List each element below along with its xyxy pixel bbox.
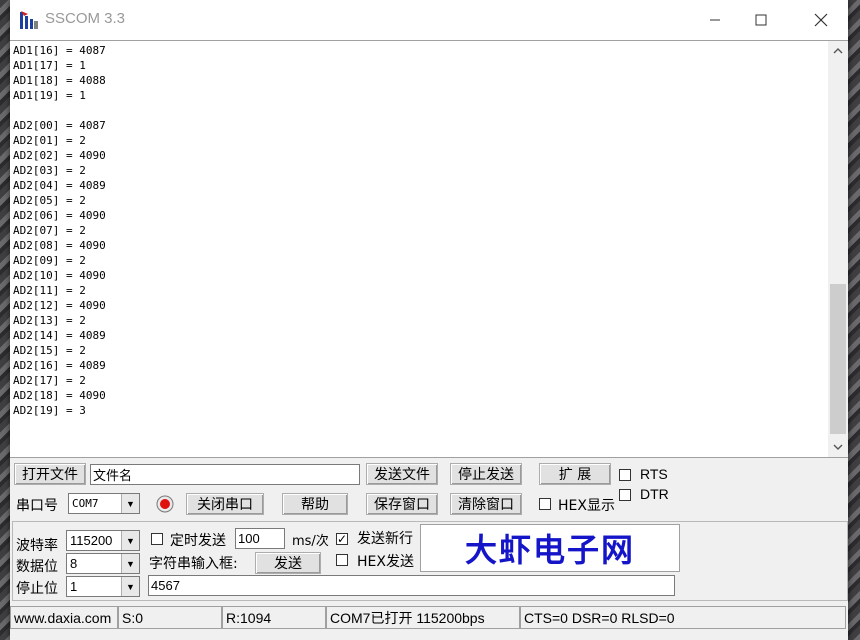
receive-line: AD2[10] = 4090	[13, 269, 106, 282]
receive-line: AD2[05] = 2	[13, 194, 86, 207]
receive-area[interactable]: AD1[16] = 4087 AD1[17] = 1 AD1[18] = 408…	[10, 40, 848, 458]
hex-display-checkbox[interactable]	[539, 498, 551, 510]
receive-line: AD2[04] = 4089	[13, 179, 106, 192]
status-sent: S:0	[118, 606, 222, 629]
stopbits-label: 停止位	[16, 581, 58, 597]
chevron-down-icon	[833, 444, 843, 450]
receive-line: AD2[06] = 4090	[13, 209, 106, 222]
dropdown-arrow-icon: ▼	[121, 494, 139, 513]
send-newline-checkbox[interactable]: ✓	[336, 533, 348, 545]
title-bar[interactable]: SSCOM 3.3	[10, 0, 848, 40]
receive-line: AD2[19] = 3	[13, 404, 86, 417]
port-value: COM7	[72, 497, 99, 510]
rts-checkbox[interactable]	[619, 469, 631, 481]
receive-line: AD2[02] = 4090	[13, 149, 106, 162]
maximize-icon	[755, 14, 767, 26]
receive-line: AD1[16] = 4087	[13, 44, 106, 57]
receive-line: AD2[01] = 2	[13, 134, 86, 147]
receive-line: AD2[09] = 2	[13, 254, 86, 267]
send-text-input[interactable]: 4567	[148, 575, 675, 596]
interval-unit: ms/次	[292, 534, 329, 549]
receive-line: AD2[15] = 2	[13, 344, 86, 357]
dtr-label: DTR	[640, 486, 669, 502]
port-status-led-icon	[156, 495, 174, 513]
dropdown-arrow-icon: ▼	[121, 554, 139, 573]
receive-line: AD2[12] = 4090	[13, 299, 106, 312]
scroll-thumb[interactable]	[830, 284, 846, 434]
receive-line: AD2[17] = 2	[13, 374, 86, 387]
baud-value: 115200	[70, 533, 113, 548]
stopbits-select[interactable]: 1 ▼	[66, 576, 140, 597]
timed-send-checkbox[interactable]	[151, 533, 163, 545]
interval-field[interactable]: 100	[235, 528, 285, 549]
databits-select[interactable]: 8 ▼	[66, 553, 140, 574]
status-bar: www.daxia.com S:0 R:1094 COM7已打开 115200b…	[10, 604, 848, 632]
minimize-button[interactable]	[692, 0, 738, 40]
clear-window-button[interactable]: 清除窗口	[450, 493, 522, 515]
receive-line: AD1[19] = 1	[13, 89, 86, 102]
baud-label: 波特率	[16, 538, 58, 554]
stopbits-value: 1	[70, 579, 78, 594]
receive-line: AD2[08] = 4090	[13, 239, 106, 252]
sscom-window: SSCOM 3.3 AD1[16] = 4087 AD1[17] = 1 AD1…	[10, 0, 848, 640]
receive-line: AD1[17] = 1	[13, 59, 86, 72]
save-window-button[interactable]: 保存窗口	[366, 493, 438, 515]
timed-send-label: 定时发送	[170, 533, 226, 549]
status-port: COM7已打开 115200bps	[326, 606, 520, 629]
expand-button[interactable]: 扩 展	[539, 463, 611, 485]
receive-text: AD1[16] = 4087 AD1[17] = 1 AD1[18] = 408…	[13, 43, 823, 453]
baud-select[interactable]: 115200 ▼	[66, 530, 140, 551]
scroll-up-button[interactable]	[828, 41, 848, 61]
receive-line: AD2[16] = 4089	[13, 359, 106, 372]
send-file-button[interactable]: 发送文件	[366, 463, 438, 485]
hex-send-label: HEX发送	[357, 554, 414, 570]
open-file-button[interactable]: 打开文件	[14, 463, 86, 485]
rts-label: RTS	[640, 466, 668, 482]
vertical-scrollbar[interactable]	[828, 41, 848, 457]
close-icon	[814, 13, 828, 27]
port-select[interactable]: COM7 ▼	[68, 493, 140, 514]
input-label: 字符串输入框:	[149, 556, 238, 572]
minimize-icon	[710, 19, 720, 21]
status-lines: CTS=0 DSR=0 RLSD=0	[520, 606, 846, 629]
close-port-button[interactable]: 关闭串口	[186, 493, 264, 515]
send-button[interactable]: 发送	[255, 552, 321, 574]
receive-line: AD2[00] = 4087	[13, 119, 106, 132]
receive-line: AD2[14] = 4089	[13, 329, 106, 342]
receive-line: AD1[18] = 4088	[13, 74, 106, 87]
receive-line: AD2[03] = 2	[13, 164, 86, 177]
send-newline-label: 发送新行	[357, 531, 413, 547]
maximize-button[interactable]	[738, 0, 784, 40]
dropdown-arrow-icon: ▼	[121, 577, 139, 596]
filename-field[interactable]: 文件名	[90, 464, 360, 485]
receive-line: AD2[18] = 4090	[13, 389, 106, 402]
port-label: 串口号	[16, 498, 58, 514]
stop-send-button[interactable]: 停止发送	[450, 463, 522, 485]
dropdown-arrow-icon: ▼	[121, 531, 139, 550]
hex-display-label: HEX显示	[558, 498, 615, 514]
status-website[interactable]: www.daxia.com	[10, 606, 118, 629]
help-button[interactable]: 帮助	[282, 493, 348, 515]
window-title: SSCOM 3.3	[45, 10, 126, 27]
app-icon	[20, 11, 38, 29]
dtr-checkbox[interactable]	[619, 489, 631, 501]
status-received: R:1094	[222, 606, 326, 629]
receive-line: AD2[11] = 2	[13, 284, 86, 297]
close-button[interactable]	[798, 0, 844, 40]
hex-send-checkbox[interactable]	[336, 554, 348, 566]
scroll-down-button[interactable]	[828, 437, 848, 457]
databits-value: 8	[70, 556, 78, 571]
brand-banner[interactable]: 大虾电子网	[420, 524, 680, 572]
databits-label: 数据位	[16, 559, 58, 575]
chevron-up-icon	[833, 48, 843, 54]
receive-line: AD2[13] = 2	[13, 314, 86, 327]
receive-line: AD2[07] = 2	[13, 224, 86, 237]
